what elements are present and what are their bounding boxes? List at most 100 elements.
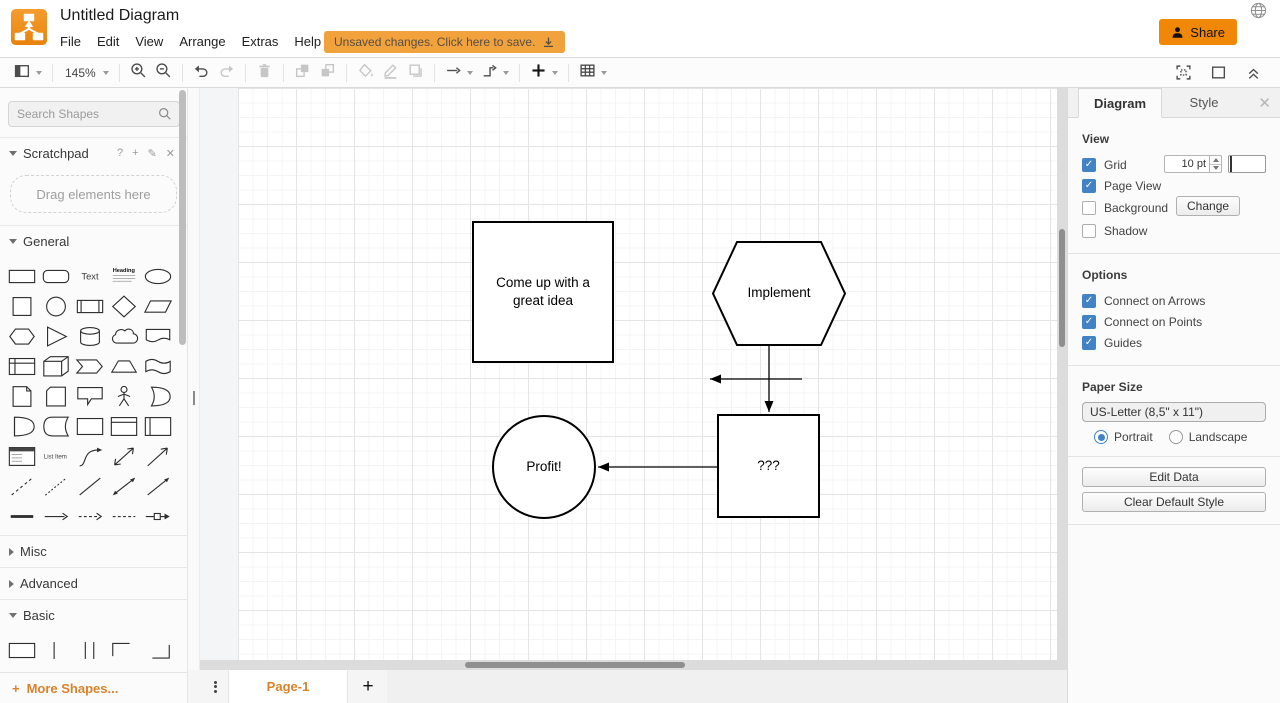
to-back-button[interactable] — [315, 60, 340, 86]
section-basic[interactable]: Basic — [0, 600, 187, 631]
page-view-checkbox[interactable]: ✓ — [1082, 179, 1096, 193]
shape-corner-br[interactable] — [141, 635, 175, 665]
menu-file[interactable]: File — [52, 31, 89, 52]
menu-edit[interactable]: Edit — [89, 31, 127, 52]
menu-view[interactable]: View — [127, 31, 171, 52]
paper-size-select[interactable]: US-Letter (8,5" x 11") — [1082, 402, 1266, 422]
shape-triangle[interactable] — [39, 321, 73, 351]
shape-list-item[interactable]: List Item — [39, 441, 73, 471]
shape-rectangle[interactable] — [5, 261, 39, 291]
shape-partial-rect-v[interactable] — [39, 635, 73, 665]
shape-dotted-line[interactable] — [39, 471, 73, 501]
delete-button[interactable] — [252, 60, 277, 86]
shape-text[interactable]: Text — [73, 261, 107, 291]
horizontal-scrollbar[interactable] — [200, 660, 1067, 670]
shape-labeled-arrow[interactable] — [141, 501, 175, 531]
collapse-toolbar-button[interactable] — [1241, 62, 1266, 83]
change-background-button[interactable]: Change — [1176, 196, 1240, 216]
shape-basic-rect[interactable] — [5, 635, 39, 665]
scratchpad-header[interactable]: Scratchpad ? + ✎ ✕ — [0, 138, 187, 169]
section-misc[interactable]: Misc — [0, 536, 187, 567]
landscape-radio[interactable] — [1169, 430, 1183, 444]
grid-color-button[interactable] — [1228, 155, 1266, 173]
shape-arrow-shape[interactable] — [141, 441, 175, 471]
diagram-node-unknown[interactable]: ??? — [717, 414, 820, 518]
shadow-checkbox[interactable] — [1082, 224, 1096, 238]
shape-hexagon[interactable] — [5, 321, 39, 351]
globe-icon[interactable] — [1250, 2, 1267, 19]
close-icon[interactable]: ✕ — [1258, 94, 1271, 112]
search-input[interactable] — [8, 101, 180, 127]
fill-color-button[interactable] — [353, 60, 378, 86]
shape-corner-tl[interactable] — [107, 635, 141, 665]
shape-dashed-line[interactable] — [5, 471, 39, 501]
add-icon[interactable]: + — [132, 147, 138, 160]
edit-data-button[interactable]: Edit Data — [1082, 467, 1266, 487]
shape-line[interactable] — [73, 471, 107, 501]
shape-tape[interactable] — [141, 351, 175, 381]
pages-menu-icon[interactable] — [202, 670, 228, 703]
shape-cube[interactable] — [39, 351, 73, 381]
sidebar-scrollbar[interactable] — [179, 88, 186, 672]
shape-directional-connector[interactable] — [141, 471, 175, 501]
tab-style[interactable]: Style — [1162, 88, 1246, 117]
shape-dashed-edge-arrow[interactable] — [73, 501, 107, 531]
shape-parallelogram[interactable] — [141, 291, 175, 321]
diagram-node-implement[interactable]: Implement — [712, 241, 846, 346]
zoom-level-button[interactable]: 145% — [59, 64, 113, 82]
menu-extras[interactable]: Extras — [234, 31, 287, 52]
zoom-out-button[interactable] — [151, 60, 176, 86]
line-color-button[interactable] — [378, 60, 403, 86]
shape-data-storage[interactable] — [39, 411, 73, 441]
connection-button[interactable] — [441, 60, 477, 86]
grid-size-input[interactable] — [1164, 155, 1210, 173]
shape-card[interactable] — [39, 381, 73, 411]
vertical-scrollbar[interactable] — [1057, 88, 1067, 660]
shape-step[interactable] — [73, 351, 107, 381]
shape-square[interactable] — [5, 291, 39, 321]
scratchpad-drop-zone[interactable]: Drag elements here — [10, 175, 177, 213]
format-panel-toggle-button[interactable] — [1206, 62, 1231, 83]
shape-and[interactable] — [5, 411, 39, 441]
shape-actor[interactable] — [107, 381, 141, 411]
shape-bidirectional-arrow[interactable] — [107, 441, 141, 471]
shape-picker-button[interactable] — [10, 60, 46, 86]
shape-textbox[interactable]: Heading — [107, 261, 141, 291]
shape-cylinder[interactable] — [73, 321, 107, 351]
shape-or[interactable] — [141, 381, 175, 411]
grid-checkbox[interactable]: ✓ — [1082, 158, 1096, 172]
table-button[interactable] — [575, 60, 611, 86]
shape-note[interactable] — [5, 381, 39, 411]
shape-ellipse[interactable] — [141, 261, 175, 291]
tab-diagram[interactable]: Diagram — [1078, 88, 1162, 118]
insert-button[interactable] — [526, 60, 562, 86]
portrait-radio[interactable] — [1094, 430, 1108, 444]
shape-dashed-edge[interactable] — [107, 501, 141, 531]
fullscreen-button[interactable] — [1171, 62, 1196, 83]
shape-cloud[interactable] — [107, 321, 141, 351]
zoom-in-button[interactable] — [126, 60, 151, 86]
guides-checkbox[interactable]: ✓ — [1082, 336, 1096, 350]
shape-curve[interactable] — [73, 441, 107, 471]
unsaved-changes-banner[interactable]: Unsaved changes. Click here to save. — [324, 31, 565, 53]
shape-document[interactable] — [141, 321, 175, 351]
waypoints-button[interactable] — [477, 60, 513, 86]
menu-arrange[interactable]: Arrange — [171, 31, 233, 52]
menu-help[interactable]: Help — [286, 31, 329, 52]
connect-on-arrows-checkbox[interactable]: ✓ — [1082, 294, 1096, 308]
shape-vertical-container[interactable] — [141, 411, 175, 441]
shadow-button[interactable] — [403, 60, 428, 86]
add-page-button[interactable]: + — [349, 670, 387, 703]
to-front-button[interactable] — [290, 60, 315, 86]
shape-list[interactable] — [5, 441, 39, 471]
shape-rounded-rectangle[interactable] — [39, 261, 73, 291]
close-icon[interactable]: ✕ — [166, 147, 175, 160]
shape-callout[interactable] — [73, 381, 107, 411]
diagram-node-profit[interactable]: Profit! — [492, 415, 596, 519]
diagram-node-idea[interactable]: Come up with a great idea — [472, 221, 614, 363]
page-tab[interactable]: Page-1 — [228, 670, 348, 703]
section-general[interactable]: General — [0, 226, 187, 257]
shape-container-title[interactable] — [107, 411, 141, 441]
background-checkbox[interactable] — [1082, 201, 1096, 215]
more-shapes-button[interactable]: + More Shapes... — [0, 672, 188, 703]
